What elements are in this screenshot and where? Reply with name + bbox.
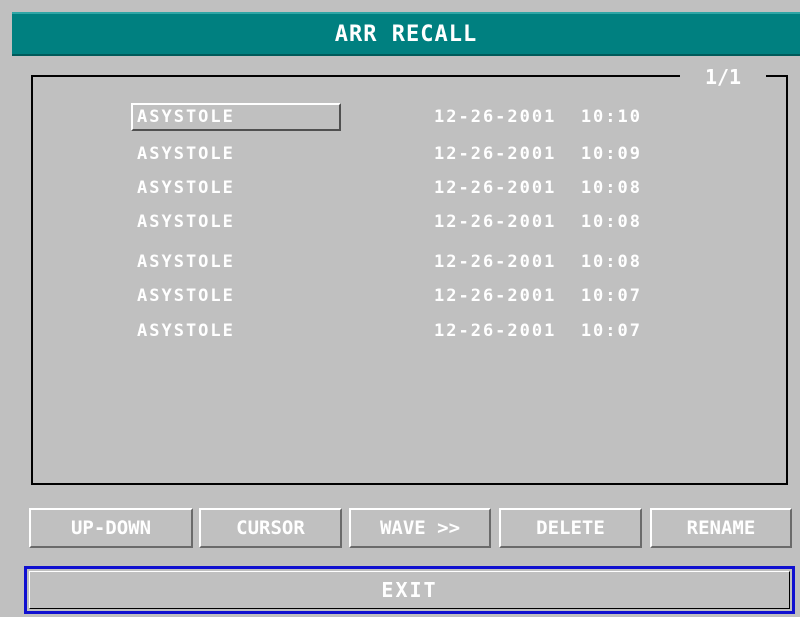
event-row[interactable]: ASYSTOLE 12-26-2001 10:09 xyxy=(0,140,800,170)
event-row[interactable]: ASYSTOLE 12-26-2001 10:10 xyxy=(0,103,800,133)
rename-button[interactable]: RENAME xyxy=(650,508,792,548)
arr-recall-window: ARR RECALL 1/1 ASYSTOLE 12-26-2001 10:10… xyxy=(0,0,800,617)
event-name: ASYSTOLE xyxy=(137,178,235,198)
event-row[interactable]: ASYSTOLE 12-26-2001 10:07 xyxy=(0,282,800,312)
event-timestamp: 12-26-2001 10:08 xyxy=(434,252,642,272)
delete-button[interactable]: DELETE xyxy=(499,508,642,548)
page-indicator: 1/1 xyxy=(680,64,766,90)
exit-button-label: EXIT xyxy=(381,578,438,602)
event-row[interactable]: ASYSTOLE 12-26-2001 10:08 xyxy=(0,248,800,278)
window-title: ARR RECALL xyxy=(12,12,800,56)
event-row[interactable]: ASYSTOLE 12-26-2001 10:07 xyxy=(0,317,800,347)
event-timestamp: 12-26-2001 10:07 xyxy=(434,321,642,341)
cursor-button[interactable]: CURSOR xyxy=(199,508,342,548)
event-name: ASYSTOLE xyxy=(131,103,341,131)
event-timestamp: 12-26-2001 10:08 xyxy=(434,178,642,198)
event-name: ASYSTOLE xyxy=(137,144,235,164)
wave-button[interactable]: WAVE >> xyxy=(349,508,491,548)
event-name: ASYSTOLE xyxy=(137,212,235,232)
event-row[interactable]: ASYSTOLE 12-26-2001 10:08 xyxy=(0,174,800,204)
event-timestamp: 12-26-2001 10:09 xyxy=(434,144,642,164)
event-timestamp: 12-26-2001 10:10 xyxy=(434,107,642,127)
event-timestamp: 12-26-2001 10:08 xyxy=(434,212,642,232)
event-name: ASYSTOLE xyxy=(137,286,235,306)
up-down-button[interactable]: UP-DOWN xyxy=(29,508,193,548)
event-timestamp: 12-26-2001 10:07 xyxy=(434,286,642,306)
event-name: ASYSTOLE xyxy=(137,321,235,341)
arrhythmia-event-list xyxy=(31,75,788,485)
event-name: ASYSTOLE xyxy=(137,252,235,272)
exit-button[interactable]: EXIT xyxy=(24,566,795,614)
event-row[interactable]: ASYSTOLE 12-26-2001 10:08 xyxy=(0,208,800,238)
